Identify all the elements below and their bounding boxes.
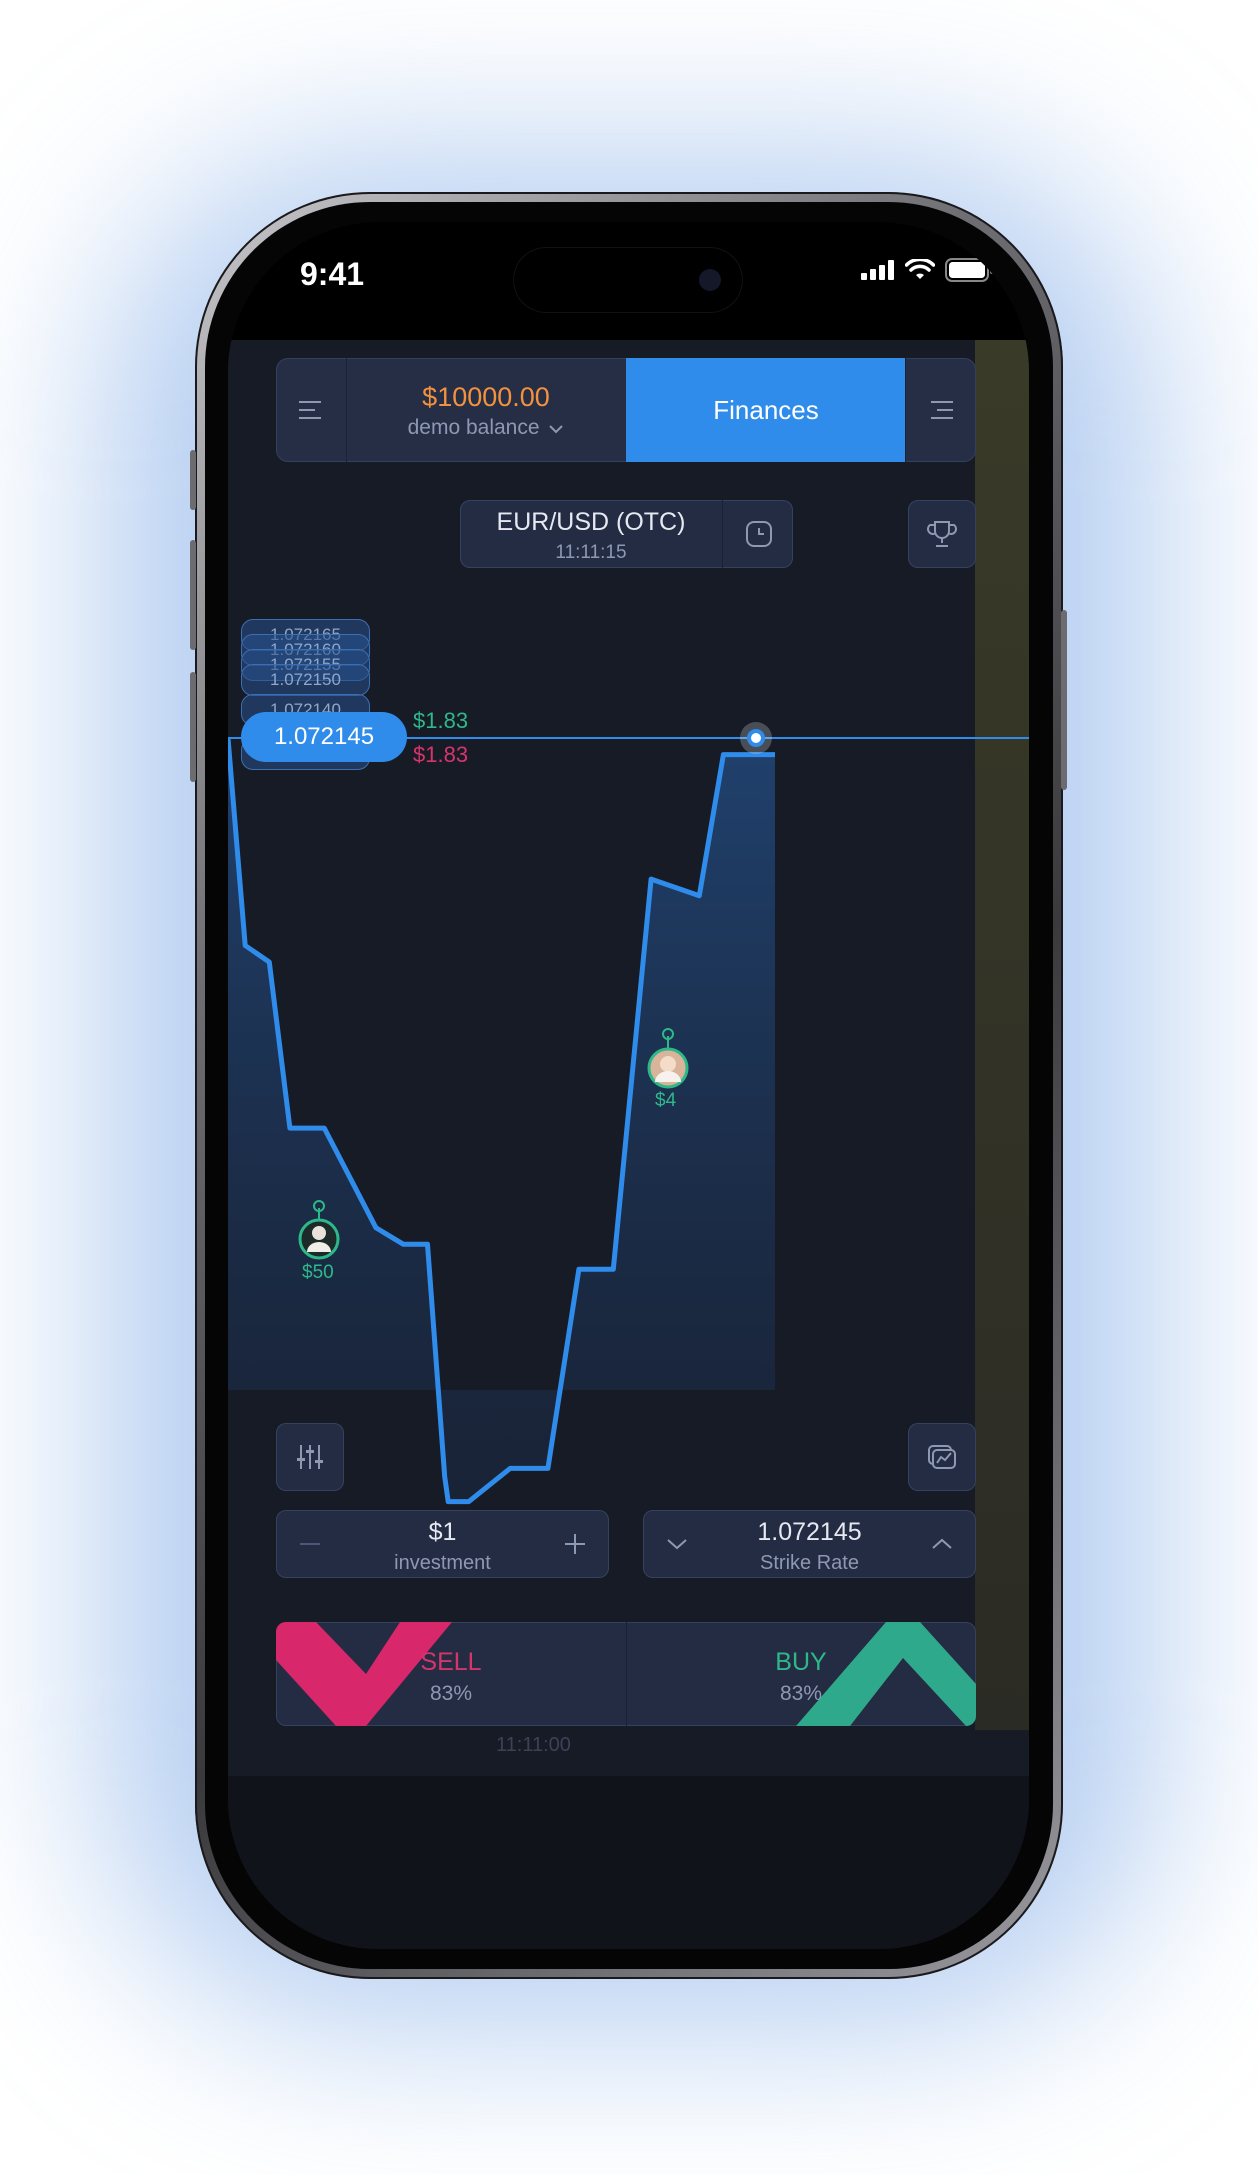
timeline-time: 11:11:00 bbox=[496, 1734, 571, 1756]
right-menu-button[interactable] bbox=[905, 358, 976, 462]
increase-strike-button[interactable] bbox=[908, 1510, 976, 1578]
balance-label: demo balance bbox=[346, 416, 626, 440]
chart-type-button[interactable] bbox=[908, 1423, 976, 1491]
trophy-icon bbox=[927, 521, 957, 547]
balance-selector[interactable]: $10000.00 demo balance bbox=[346, 358, 626, 462]
sell-label: SELL bbox=[420, 1648, 482, 1676]
menu-icon bbox=[299, 401, 321, 419]
finances-button[interactable]: Finances bbox=[626, 358, 906, 462]
balance-amount: $10000.00 bbox=[422, 382, 550, 412]
chevron-down-icon bbox=[549, 425, 564, 434]
sliders-icon bbox=[297, 1445, 323, 1469]
payout-down: $1.83 bbox=[413, 742, 469, 767]
asset-time: 11:11:15 bbox=[555, 542, 627, 563]
volume-down-button bbox=[190, 672, 196, 782]
home-area bbox=[228, 1776, 1029, 1949]
chart-area bbox=[228, 738, 775, 1502]
left-menu-button[interactable] bbox=[276, 358, 347, 462]
status-bar: 9:41 bbox=[228, 222, 1029, 340]
menu-icon bbox=[931, 401, 953, 419]
tournaments-button[interactable] bbox=[908, 500, 976, 568]
signal-icon bbox=[861, 260, 894, 280]
status-icons bbox=[861, 258, 995, 282]
volume-up-button bbox=[190, 540, 196, 650]
payout-up: $1.83 bbox=[413, 708, 469, 733]
dynamic-island bbox=[513, 247, 743, 313]
indicators-button[interactable] bbox=[276, 1423, 344, 1491]
sell-percent: 83% bbox=[429, 1682, 473, 1705]
strike-rate-input[interactable]: 1.072145 Strike Rate bbox=[643, 1510, 976, 1578]
action-button bbox=[190, 450, 196, 510]
asset-pair: EUR/USD (OTC) bbox=[496, 508, 686, 536]
current-price-badge: 1.072145 bbox=[241, 712, 407, 762]
status-time: 9:41 bbox=[300, 256, 365, 292]
buy-percent: 83% bbox=[779, 1682, 823, 1705]
trader-amount: $50 bbox=[302, 1262, 334, 1283]
buy-button[interactable]: BUY 83% bbox=[626, 1622, 976, 1726]
price-level: 1.072150 bbox=[241, 664, 370, 696]
current-point bbox=[747, 729, 765, 747]
trade-panel: SELL 83% BUY 83% bbox=[276, 1622, 976, 1726]
sell-button[interactable]: SELL 83% bbox=[276, 1622, 627, 1726]
top-bar: $10000.00 demo balance Finances bbox=[276, 358, 976, 462]
timeframe-button[interactable] bbox=[722, 500, 794, 568]
phone-screen: 9:41 $10000.00 demo balance Finances EUR… bbox=[228, 222, 1029, 1949]
buy-label: BUY bbox=[775, 1648, 827, 1676]
chevron-up-icon bbox=[932, 1538, 952, 1549]
chart-icon bbox=[928, 1445, 956, 1469]
power-button bbox=[1061, 610, 1067, 790]
battery-icon bbox=[945, 258, 994, 282]
trader-amount: $4 bbox=[655, 1090, 677, 1111]
clock-icon bbox=[745, 521, 772, 547]
trading-app: $10000.00 demo balance Finances EUR/USD … bbox=[228, 340, 1029, 1776]
wifi-icon bbox=[905, 259, 935, 279]
plus-icon bbox=[565, 1534, 585, 1554]
asset-selector[interactable]: EUR/USD (OTC) 11:11:15 bbox=[460, 500, 793, 568]
investment-input[interactable]: $1 investment bbox=[276, 1510, 609, 1578]
increase-investment-button[interactable] bbox=[541, 1510, 609, 1578]
